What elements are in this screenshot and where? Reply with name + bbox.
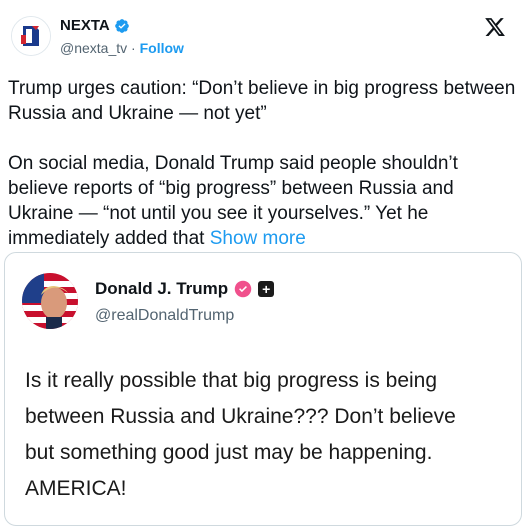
quoted-author-name-text[interactable]: Donald J. Trump [95, 279, 228, 299]
quoted-line-2: between Russia and Ukraine??? Don’t beli… [25, 405, 456, 428]
quoted-post-text: Is it really possible that big progress … [25, 363, 521, 507]
quoted-author-name[interactable]: Donald J. Trump + [95, 279, 275, 299]
nexta-logo-icon [12, 17, 50, 55]
verified-badge-icon [114, 18, 129, 33]
tweet-text: Trump urges caution: “Don’t believe in b… [8, 76, 518, 251]
trump-avatar-icon [22, 273, 78, 329]
tweet-body: On social media, Donald Trump said peopl… [8, 151, 518, 251]
quoted-line-3: but something good just may be happening… [25, 441, 433, 464]
quoted-line-4: AMERICA! [25, 477, 127, 500]
tweet-headline: Trump urges caution: “Don’t believe in b… [8, 78, 516, 124]
account-name[interactable]: NEXTA [60, 17, 130, 34]
trump-avatar[interactable] [22, 273, 78, 329]
handle-row: @nexta_tv · Follow [60, 40, 184, 56]
show-more-link[interactable]: Show more [210, 228, 306, 249]
square-plus-badge-icon: + [258, 281, 275, 297]
account-name-text[interactable]: NEXTA [60, 17, 110, 34]
nexta-avatar[interactable] [11, 16, 51, 56]
follow-button[interactable]: Follow [140, 40, 184, 56]
separator: · [131, 40, 136, 56]
x-logo-icon[interactable] [484, 16, 506, 38]
quoted-post-card[interactable]: Donald J. Trump + @realDonaldTrump Is it… [4, 252, 522, 526]
quoted-line-1: Is it really possible that big progress … [25, 369, 438, 392]
pink-verified-badge-icon [234, 280, 252, 298]
account-handle[interactable]: @nexta_tv [60, 40, 127, 56]
quoted-author-handle[interactable]: @realDonaldTrump [95, 307, 234, 325]
